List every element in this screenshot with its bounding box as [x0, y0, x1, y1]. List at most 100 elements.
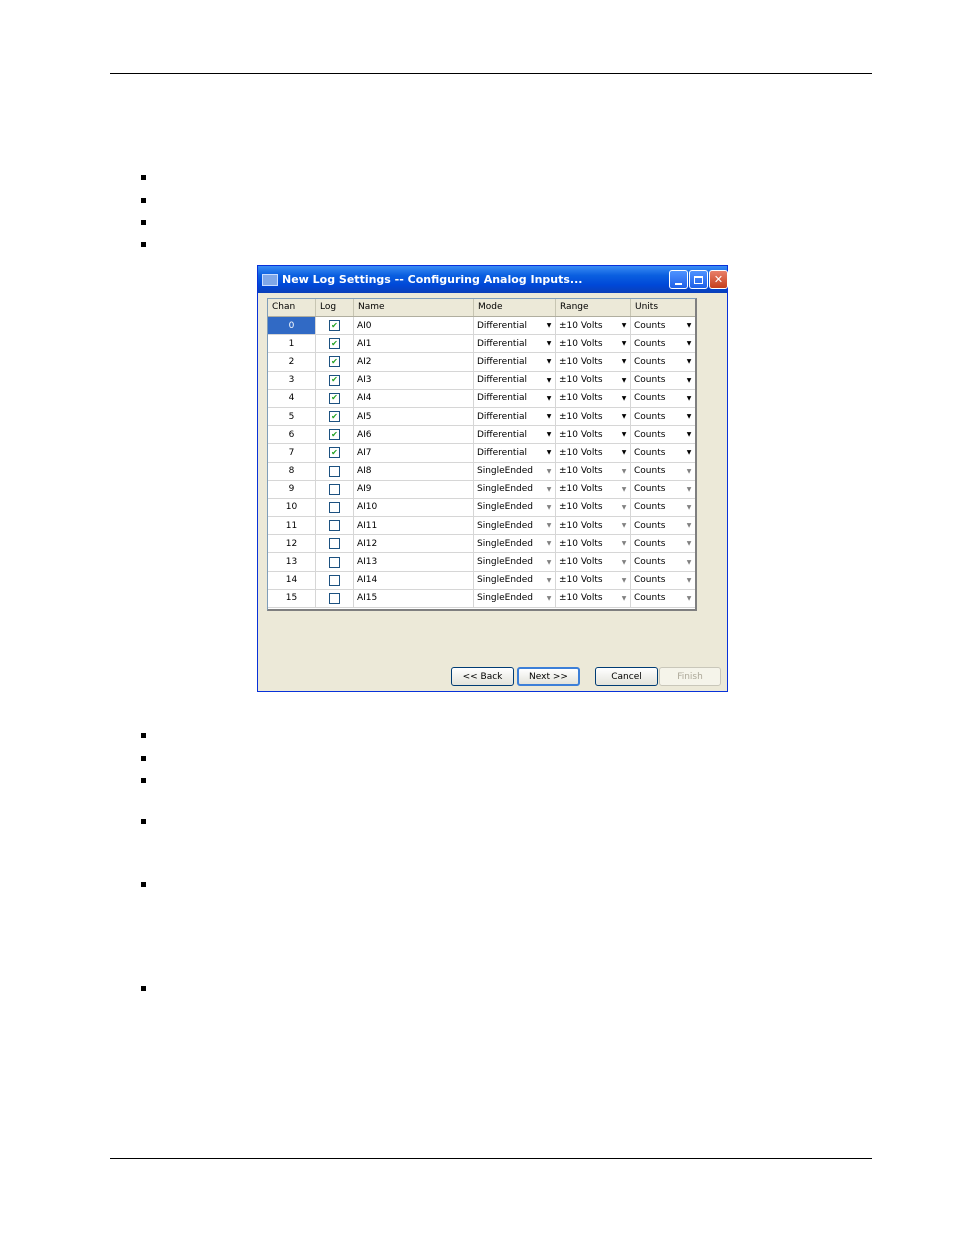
dropdown-arrow-icon[interactable]: ▼ [542, 426, 555, 444]
range-dropdown[interactable]: ±10 Volts ▼ [556, 571, 631, 589]
dropdown-arrow-icon[interactable]: ▼ [682, 389, 695, 407]
dropdown-arrow-icon[interactable]: ▼ [617, 517, 630, 535]
units-dropdown[interactable]: Counts ▼ [631, 553, 695, 571]
close-button[interactable]: ✕ [709, 270, 728, 289]
back-button[interactable]: << Back [451, 667, 514, 686]
column-header-log[interactable]: Log [316, 299, 354, 316]
title-bar[interactable]: New Log Settings -- Configuring Analog I… [258, 266, 728, 293]
dropdown-arrow-icon[interactable]: ▼ [617, 498, 630, 517]
name-cell[interactable]: AI1 [354, 335, 474, 353]
table-row[interactable]: 2 ✔ AI2 Differential ▼ ±10 Volts ▼ Counts ▼ [268, 353, 695, 372]
units-dropdown[interactable]: Counts ▼ [631, 353, 695, 371]
units-dropdown[interactable]: Counts ▼ [631, 480, 695, 498]
name-cell[interactable]: AI3 [354, 371, 474, 389]
column-header-range[interactable]: Range [556, 299, 631, 316]
mode-dropdown[interactable]: Differential ▼ [474, 389, 556, 407]
range-dropdown[interactable]: ±10 Volts ▼ [556, 371, 631, 389]
range-dropdown[interactable]: ±10 Volts ▼ [556, 462, 631, 480]
table-row[interactable]: 1 ✔ AI1 Differential ▼ ±10 Volts ▼ Counts ▼ [268, 335, 695, 354]
next-button[interactable]: Next >> [517, 667, 580, 686]
units-dropdown[interactable]: Counts ▼ [631, 517, 695, 535]
chan-cell[interactable]: 5 [268, 407, 316, 426]
mode-dropdown[interactable]: SingleEnded ▼ [474, 535, 556, 553]
log-checkbox[interactable] [329, 538, 340, 550]
dropdown-arrow-icon[interactable]: ▼ [617, 589, 630, 607]
name-cell[interactable]: AI9 [354, 480, 474, 498]
table-row[interactable]: 12 AI12 SingleEnded ▼ ±10 Volts ▼ Counts ▼ [268, 535, 695, 554]
dropdown-arrow-icon[interactable]: ▼ [682, 371, 695, 389]
units-dropdown[interactable]: Counts ▼ [631, 498, 695, 517]
units-dropdown[interactable]: Counts ▼ [631, 335, 695, 353]
dropdown-arrow-icon[interactable]: ▼ [542, 535, 555, 553]
table-row[interactable]: 6 ✔ AI6 Differential ▼ ±10 Volts ▼ Counts ▼ [268, 426, 695, 445]
name-cell[interactable]: AI15 [354, 589, 474, 607]
table-row[interactable]: 9 AI9 SingleEnded ▼ ±10 Volts ▼ Counts ▼ [268, 480, 695, 499]
units-dropdown[interactable]: Counts ▼ [631, 426, 695, 444]
log-cell[interactable] [316, 498, 354, 517]
chan-cell[interactable]: 2 [268, 353, 316, 371]
chan-cell[interactable]: 13 [268, 553, 316, 571]
dropdown-arrow-icon[interactable]: ▼ [682, 462, 695, 480]
mode-dropdown[interactable]: SingleEnded ▼ [474, 571, 556, 589]
dropdown-arrow-icon[interactable]: ▼ [617, 353, 630, 371]
mode-dropdown[interactable]: SingleEnded ▼ [474, 589, 556, 607]
log-checkbox[interactable]: ✔ [329, 338, 340, 350]
log-checkbox[interactable]: ✔ [329, 374, 340, 386]
log-checkbox[interactable] [329, 483, 340, 495]
range-dropdown[interactable]: ±10 Volts ▼ [556, 353, 631, 371]
units-dropdown[interactable]: Counts ▼ [631, 407, 695, 426]
dropdown-arrow-icon[interactable]: ▼ [682, 571, 695, 589]
chan-cell[interactable]: 3 [268, 371, 316, 389]
chan-cell[interactable]: 8 [268, 462, 316, 480]
chan-cell[interactable]: 6 [268, 426, 316, 444]
mode-dropdown[interactable]: Differential ▼ [474, 353, 556, 371]
name-cell[interactable]: AI5 [354, 407, 474, 426]
log-cell[interactable] [316, 553, 354, 571]
log-checkbox[interactable]: ✔ [329, 392, 340, 404]
dropdown-arrow-icon[interactable]: ▼ [542, 462, 555, 480]
dropdown-arrow-icon[interactable]: ▼ [682, 353, 695, 371]
dropdown-arrow-icon[interactable]: ▼ [617, 407, 630, 426]
log-cell[interactable]: ✔ [316, 353, 354, 371]
log-checkbox[interactable] [329, 501, 340, 513]
log-checkbox[interactable]: ✔ [329, 429, 340, 441]
dropdown-arrow-icon[interactable]: ▼ [682, 335, 695, 353]
log-checkbox[interactable] [329, 574, 340, 586]
table-row[interactable]: 3 ✔ AI3 Differential ▼ ±10 Volts ▼ Counts ▼ [268, 371, 695, 390]
units-dropdown[interactable]: Counts ▼ [631, 371, 695, 389]
dropdown-arrow-icon[interactable]: ▼ [542, 371, 555, 389]
dropdown-arrow-icon[interactable]: ▼ [617, 444, 630, 462]
range-dropdown[interactable]: ±10 Volts ▼ [556, 317, 631, 335]
log-cell[interactable]: ✔ [316, 444, 354, 462]
dropdown-arrow-icon[interactable]: ▼ [542, 498, 555, 517]
table-row[interactable]: 8 AI8 SingleEnded ▼ ±10 Volts ▼ Counts ▼ [268, 462, 695, 481]
log-cell[interactable] [316, 517, 354, 535]
log-checkbox[interactable]: ✔ [329, 320, 340, 332]
mode-dropdown[interactable]: Differential ▼ [474, 444, 556, 462]
column-header-mode[interactable]: Mode [474, 299, 556, 316]
chan-cell[interactable]: 15 [268, 589, 316, 607]
dropdown-arrow-icon[interactable]: ▼ [542, 407, 555, 426]
dropdown-arrow-icon[interactable]: ▼ [542, 589, 555, 607]
name-cell[interactable]: AI14 [354, 571, 474, 589]
dropdown-arrow-icon[interactable]: ▼ [682, 444, 695, 462]
dropdown-arrow-icon[interactable]: ▼ [682, 426, 695, 444]
dropdown-arrow-icon[interactable]: ▼ [617, 335, 630, 353]
range-dropdown[interactable]: ±10 Volts ▼ [556, 498, 631, 517]
dropdown-arrow-icon[interactable]: ▼ [682, 498, 695, 517]
dropdown-arrow-icon[interactable]: ▼ [617, 371, 630, 389]
dropdown-arrow-icon[interactable]: ▼ [542, 444, 555, 462]
dropdown-arrow-icon[interactable]: ▼ [617, 535, 630, 553]
chan-cell[interactable]: 14 [268, 571, 316, 589]
column-header-chan[interactable]: Chan [268, 299, 316, 316]
name-cell[interactable]: AI13 [354, 553, 474, 571]
range-dropdown[interactable]: ±10 Volts ▼ [556, 426, 631, 444]
chan-cell[interactable]: 9 [268, 480, 316, 498]
log-cell[interactable]: ✔ [316, 389, 354, 407]
table-row[interactable]: 0 ✔ AI0 Differential ▼ ±10 Volts ▼ Counts ▼ [268, 317, 695, 336]
dropdown-arrow-icon[interactable]: ▼ [542, 335, 555, 353]
range-dropdown[interactable]: ±10 Volts ▼ [556, 517, 631, 535]
chan-cell[interactable]: 0 [268, 317, 316, 335]
table-row[interactable]: 4 ✔ AI4 Differential ▼ ±10 Volts ▼ Counts ▼ [268, 389, 695, 408]
chan-cell[interactable]: 7 [268, 444, 316, 462]
